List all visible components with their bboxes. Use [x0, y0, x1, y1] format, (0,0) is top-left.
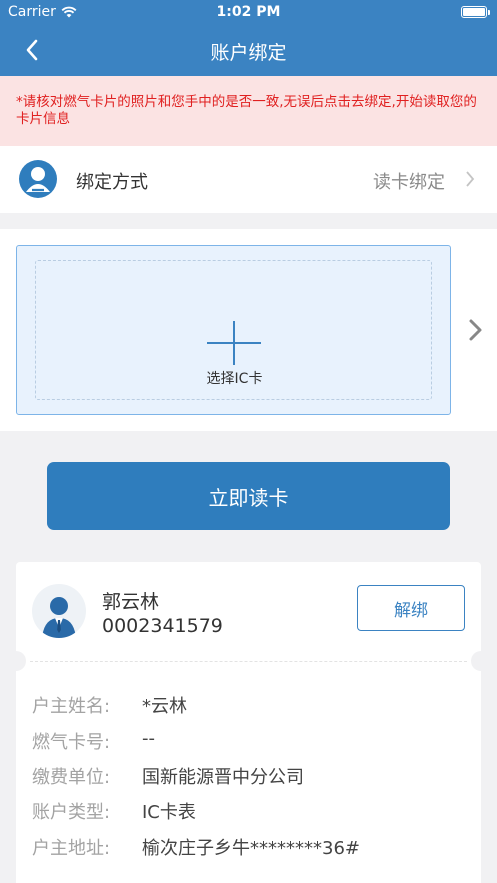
info-value: 国新能源晋中分公司: [142, 767, 304, 788]
bind-method-label: 绑定方式: [76, 172, 148, 193]
read-card-button[interactable]: 立即读卡: [47, 462, 450, 530]
info-label: 燃气卡号:: [32, 732, 111, 753]
info-value: 榆次庄子乡牛********36#: [142, 838, 360, 859]
bind-method-value: 读卡绑定: [373, 172, 445, 193]
account-name: 郭云林: [102, 591, 160, 613]
chevron-right-icon: [466, 171, 475, 187]
plus-icon: [207, 321, 261, 365]
bind-method-row[interactable]: 绑定方式 读卡绑定: [0, 146, 497, 213]
ticket-notch-right: [471, 651, 491, 671]
avatar-icon: [32, 584, 86, 638]
next-card-chevron-icon[interactable]: [466, 318, 486, 342]
account-card: 郭云林 0002341579 解绑 户主姓名: *云林 燃气卡号: -- 缴费单…: [6, 562, 491, 883]
page-title: 账户绑定: [210, 42, 287, 64]
battery-icon: [461, 6, 490, 18]
status-time: 1:02 PM: [216, 4, 281, 20]
info-value: *云林: [142, 696, 187, 717]
info-label: 户主地址:: [32, 838, 111, 859]
ticket-notch-left: [6, 651, 26, 671]
back-arrow-icon: [26, 39, 38, 61]
info-label: 账户类型:: [32, 802, 111, 823]
status-bar: Carrier 1:02 PM: [0, 0, 497, 26]
info-label: 户主姓名:: [32, 696, 111, 717]
account-number: 0002341579: [102, 615, 223, 637]
notice-banner: *请核对燃气卡片的照片和您手中的是否一致,无误后点击去绑定,开始读取您的卡片信息: [0, 76, 497, 146]
info-value: --: [142, 728, 155, 749]
back-button[interactable]: [18, 36, 46, 64]
select-ic-card-button[interactable]: 选择IC卡: [16, 245, 451, 415]
header: Carrier 1:02 PM 账户绑定: [0, 0, 497, 76]
user-icon: [19, 160, 57, 198]
info-value: IC卡表: [142, 802, 196, 823]
select-ic-card-label: 选择IC卡: [206, 371, 263, 387]
unbind-button[interactable]: 解绑: [357, 585, 465, 631]
info-label: 缴费单位:: [32, 767, 111, 788]
card-select-area: 选择IC卡: [0, 229, 497, 431]
divider: [30, 661, 467, 662]
